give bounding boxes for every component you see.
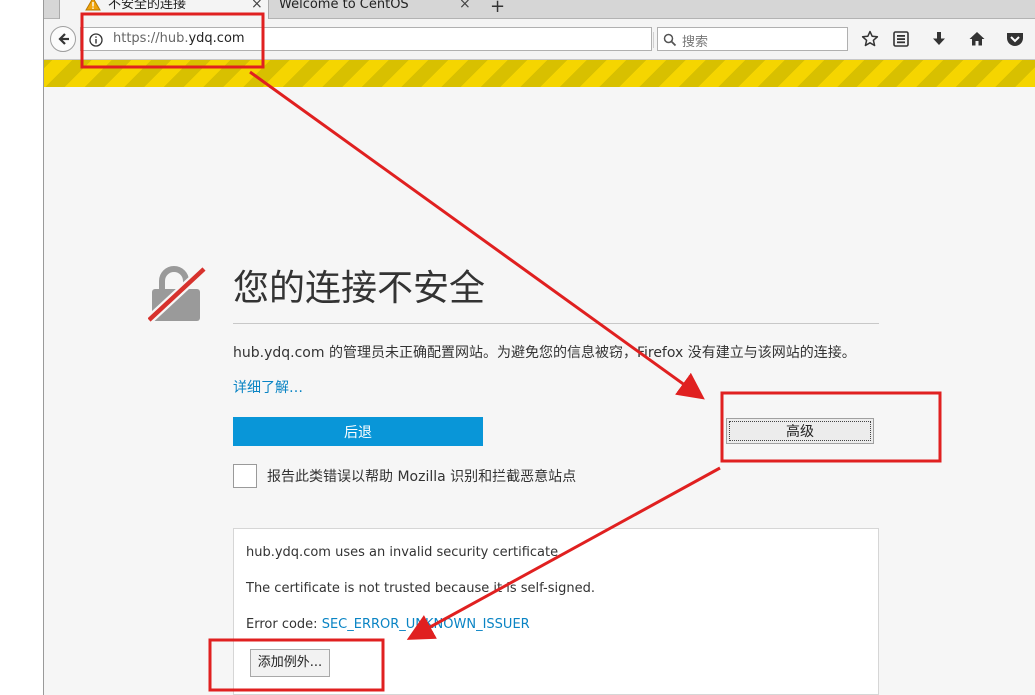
tab-insecure-connection[interactable]: 不安全的连接 × <box>59 0 269 19</box>
advanced-button-label: 高级 <box>729 421 871 441</box>
desktop-edge <box>0 0 44 695</box>
divider <box>233 323 879 324</box>
advanced-details-panel: hub.ydq.com uses an invalid security cer… <box>233 528 879 695</box>
error-code-label: Error code: <box>246 617 318 632</box>
page-title: 您的连接不安全 <box>233 268 486 309</box>
error-code-line: Error code: SEC_ERROR_UNKNOWN_ISSUER <box>246 617 530 632</box>
error-code-link[interactable]: SEC_ERROR_UNKNOWN_ISSUER <box>322 617 530 632</box>
url-prefix: https://hub. <box>113 31 189 46</box>
error-description: hub.ydq.com 的管理员未正确配置网站。为避免您的信息被窃，Firefo… <box>233 345 856 361</box>
bookmark-star-icon[interactable] <box>861 30 879 52</box>
tab-strip: 不安全的连接 × Welcome to CentOS × + <box>44 0 1035 19</box>
warning-icon <box>85 0 101 14</box>
back-arrow-icon <box>58 33 69 45</box>
report-error-label: 报告此类错误以帮助 Mozilla 识别和拦截恶意站点 <box>267 469 577 485</box>
download-icon[interactable] <box>930 30 948 52</box>
broken-lock-icon <box>145 265 208 327</box>
reading-list-icon[interactable] <box>892 30 910 52</box>
home-icon[interactable] <box>968 30 986 52</box>
close-tab-icon[interactable]: × <box>459 0 471 11</box>
self-signed-text: The certificate is not trusted because i… <box>246 581 595 596</box>
close-tab-icon[interactable]: × <box>251 0 263 11</box>
pocket-icon[interactable] <box>1005 30 1025 52</box>
advanced-button[interactable]: 高级 <box>726 418 874 444</box>
info-icon[interactable] <box>89 32 103 51</box>
url-separator <box>653 32 654 48</box>
url-bar[interactable]: https://hub.ydq.com <box>80 27 676 51</box>
tab-welcome-centos[interactable]: Welcome to CentOS × <box>270 0 480 18</box>
add-exception-button[interactable]: 添加例外... <box>250 649 330 677</box>
back-button[interactable] <box>50 26 76 52</box>
url-text: https://hub.ydq.com <box>113 31 245 46</box>
learn-more-link[interactable]: 详细了解… <box>233 377 303 397</box>
new-tab-button[interactable]: + <box>490 0 505 17</box>
report-error-checkbox[interactable] <box>233 464 257 488</box>
tab-label: Welcome to CentOS <box>279 0 409 12</box>
navigation-bar: https://hub.ydq.com 搜索 <box>44 19 1035 60</box>
warning-stripe <box>44 60 1035 87</box>
browser-window: 不安全的连接 × Welcome to CentOS × + https://h… <box>44 0 1035 695</box>
search-placeholder: 搜索 <box>682 35 709 50</box>
search-bar[interactable]: 搜索 <box>657 27 848 51</box>
error-page: 您的连接不安全 hub.ydq.com 的管理员未正确配置网站。为避免您的信息被… <box>44 87 1035 695</box>
go-back-button[interactable]: 后退 <box>233 417 483 446</box>
search-icon <box>663 32 677 51</box>
url-domain: ydq.com <box>188 31 245 46</box>
invalid-cert-text: hub.ydq.com uses an invalid security cer… <box>246 545 563 560</box>
tab-label: 不安全的连接 <box>108 0 187 12</box>
